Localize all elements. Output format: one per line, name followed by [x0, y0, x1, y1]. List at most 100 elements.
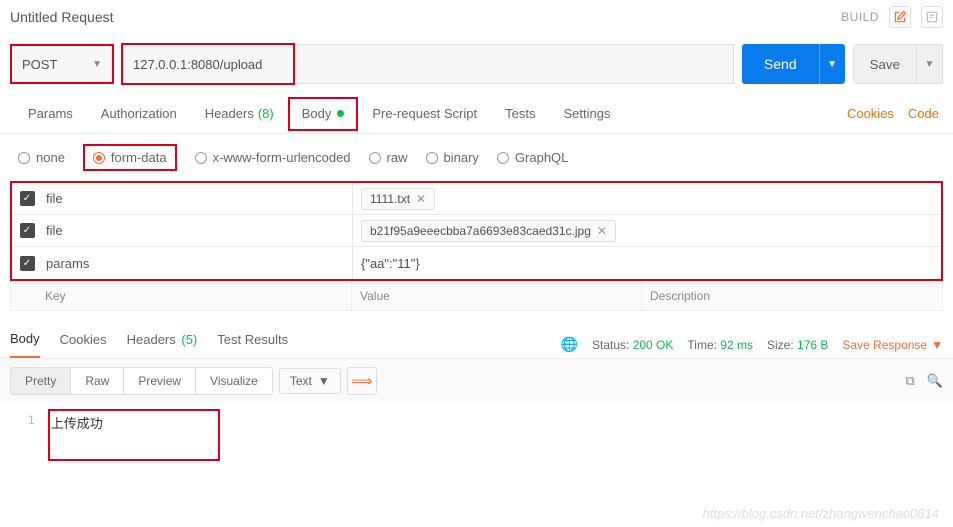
search-icon[interactable]: 🔍	[927, 373, 943, 389]
save-dropdown[interactable]: ▼	[917, 44, 943, 84]
wrap-lines-icon[interactable]: ⟹	[347, 367, 377, 395]
method-select[interactable]: POST ▼	[10, 44, 114, 84]
view-raw[interactable]: Raw	[71, 368, 124, 394]
code-link[interactable]: Code	[908, 106, 939, 121]
row-checkbox[interactable]	[12, 223, 42, 238]
table-header-row: Key Value Description	[10, 281, 943, 311]
tab-params[interactable]: Params	[14, 94, 87, 134]
checkmark-icon	[20, 223, 35, 238]
tab-tests[interactable]: Tests	[491, 94, 549, 134]
tab-prerequest[interactable]: Pre-request Script	[358, 94, 491, 134]
radio-icon	[93, 152, 105, 164]
form-data-table: file 1111.txt ✕ file b21f95a9eeecbba7a669…	[10, 181, 943, 281]
row-checkbox[interactable]	[12, 191, 42, 206]
send-dropdown[interactable]: ▼	[819, 44, 845, 84]
body-indicator-dot	[337, 110, 344, 117]
size-value: 176 B	[797, 338, 828, 352]
radio-label: raw	[387, 150, 408, 165]
radio-icon	[369, 152, 381, 164]
table-row[interactable]: file 1111.txt ✕	[12, 183, 941, 215]
file-name: b21f95a9eeecbba7a6693e83caed31c.jpg	[370, 224, 591, 238]
row-key[interactable]: file	[42, 191, 352, 206]
view-preview[interactable]: Preview	[124, 368, 196, 394]
chevron-down-icon: ▼	[318, 374, 330, 388]
file-pill: b21f95a9eeecbba7a6693e83caed31c.jpg ✕	[361, 220, 616, 242]
copy-icon[interactable]: ⧉	[906, 373, 915, 389]
watermark: https://blog.csdn.net/zhangwenchao0814	[703, 506, 939, 521]
remove-file-icon[interactable]: ✕	[416, 192, 426, 206]
response-body: 1 上传成功	[0, 403, 953, 442]
radio-label: none	[36, 150, 65, 165]
resp-tab-tests[interactable]: Test Results	[217, 332, 288, 357]
tab-headers-label: Headers	[205, 106, 254, 121]
view-pretty[interactable]: Pretty	[11, 368, 71, 394]
row-value[interactable]: 1111.txt ✕	[352, 183, 941, 214]
build-label: BUILD	[841, 10, 879, 24]
remove-file-icon[interactable]: ✕	[597, 224, 607, 238]
row-key[interactable]: params	[42, 256, 352, 271]
body-type-formdata[interactable]: form-data	[83, 144, 177, 171]
resp-tab-cookies[interactable]: Cookies	[60, 332, 107, 357]
body-type-urlencoded[interactable]: x-www-form-urlencoded	[195, 150, 351, 165]
resp-tab-body[interactable]: Body	[10, 331, 40, 358]
table-row[interactable]: params {"aa":"11"}	[12, 247, 941, 279]
row-checkbox[interactable]	[12, 256, 42, 271]
tab-authorization[interactable]: Authorization	[87, 94, 191, 134]
row-text-value: {"aa":"11"}	[361, 256, 420, 271]
tab-body-label: Body	[302, 106, 332, 121]
col-header-description: Description	[641, 281, 942, 310]
line-number: 1	[28, 413, 35, 432]
resp-tab-headers[interactable]: Headers (5)	[127, 332, 198, 357]
radio-label: binary	[444, 150, 479, 165]
body-type-raw[interactable]: raw	[369, 150, 408, 165]
format-select[interactable]: Text ▼	[279, 368, 341, 394]
chevron-down-icon: ▼	[92, 59, 102, 70]
row-value[interactable]: {"aa":"11"}	[352, 247, 941, 279]
save-response-label: Save Response	[842, 338, 927, 352]
time-label: Time:	[687, 338, 717, 352]
resp-headers-label: Headers	[127, 332, 176, 347]
table-row[interactable]: file b21f95a9eeecbba7a6693e83caed31c.jpg…	[12, 215, 941, 247]
method-value: POST	[22, 57, 57, 72]
tab-body[interactable]: Body	[288, 97, 359, 131]
globe-icon[interactable]: 🌐	[561, 336, 578, 353]
url-value: 127.0.0.1:8080/upload	[133, 57, 262, 72]
radio-label: x-www-form-urlencoded	[213, 150, 351, 165]
body-type-none[interactable]: none	[18, 150, 65, 165]
send-button[interactable]: Send	[742, 44, 819, 84]
size-label: Size:	[767, 338, 794, 352]
comment-icon[interactable]	[921, 6, 943, 28]
radio-icon	[426, 152, 438, 164]
time-value: 92 ms	[720, 338, 753, 352]
file-name: 1111.txt	[370, 192, 410, 206]
radio-label: form-data	[111, 150, 167, 165]
url-input[interactable]: 127.0.0.1:8080/upload	[122, 44, 734, 84]
format-value: Text	[290, 374, 312, 388]
body-type-binary[interactable]: binary	[426, 150, 479, 165]
body-type-graphql[interactable]: GraphQL	[497, 150, 568, 165]
col-header-value: Value	[351, 281, 641, 310]
headers-count: (8)	[258, 106, 274, 121]
status-label: Status:	[592, 338, 629, 352]
radio-icon	[195, 152, 207, 164]
save-button[interactable]: Save	[853, 44, 917, 84]
request-title: Untitled Request	[10, 9, 114, 25]
radio-label: GraphQL	[515, 150, 568, 165]
checkmark-icon	[20, 191, 35, 206]
view-mode-segment: Pretty Raw Preview Visualize	[10, 367, 273, 395]
view-visualize[interactable]: Visualize	[196, 368, 272, 394]
chevron-down-icon: ▼	[931, 338, 943, 352]
edit-icon[interactable]	[889, 6, 911, 28]
tab-headers[interactable]: Headers (8)	[191, 94, 288, 134]
radio-icon	[18, 152, 30, 164]
resp-headers-count: (5)	[181, 332, 197, 347]
row-key[interactable]: file	[42, 223, 352, 238]
save-response-button[interactable]: Save Response ▼	[842, 338, 943, 352]
col-header-key: Key	[11, 281, 351, 310]
row-value[interactable]: b21f95a9eeecbba7a6693e83caed31c.jpg ✕	[352, 215, 941, 246]
cookies-link[interactable]: Cookies	[847, 106, 894, 121]
file-pill: 1111.txt ✕	[361, 188, 435, 210]
radio-icon	[497, 152, 509, 164]
status-value: 200 OK	[633, 338, 674, 352]
tab-settings[interactable]: Settings	[549, 94, 624, 134]
